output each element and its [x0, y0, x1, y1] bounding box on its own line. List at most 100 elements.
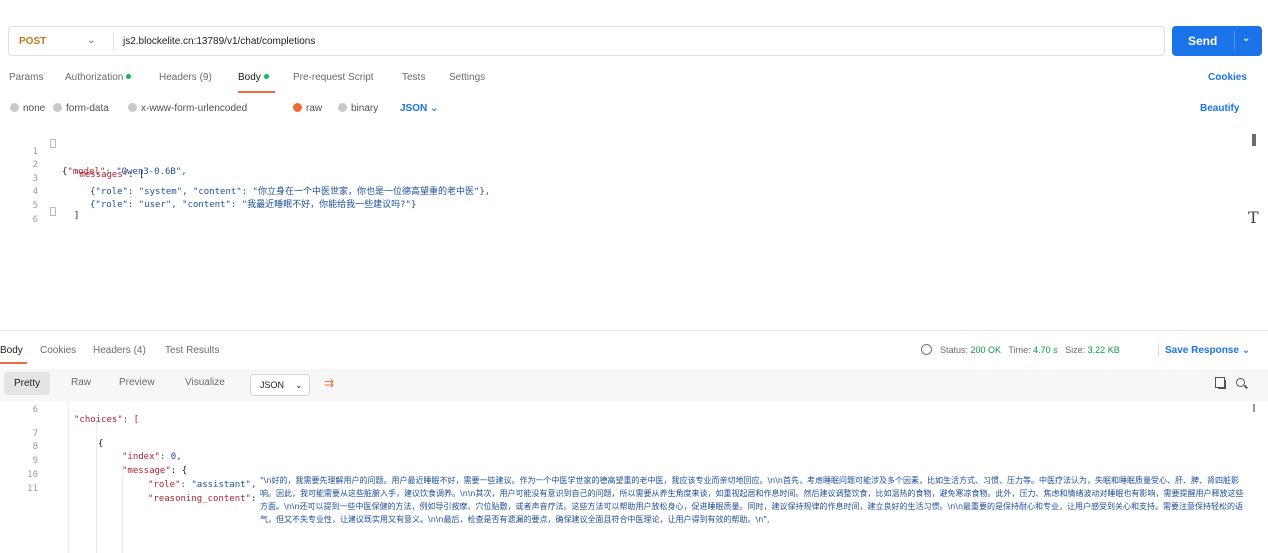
radio-label: x-www-form-urlencoded	[141, 103, 248, 114]
response-scrollbar[interactable]	[1253, 404, 1255, 412]
code-line: 9 "message": {	[0, 446, 1250, 476]
view-raw[interactable]: Raw	[71, 377, 91, 388]
line-number: 6	[32, 405, 38, 415]
response-format-label: JSON	[260, 380, 285, 390]
request-bar: POST ⌄ js2.blockelite.cn:13789/v1/chat/c…	[8, 26, 1262, 56]
code-line: 6	[0, 205, 1240, 225]
fold-marker[interactable]	[50, 207, 56, 216]
send-label: Send	[1188, 34, 1218, 48]
radio-raw[interactable]: raw	[293, 103, 322, 114]
radio-none[interactable]: none	[10, 103, 45, 114]
response-status: Status: 200 OK Time: 4.70 s Size: 3.22 K…	[940, 345, 1120, 355]
globe-icon[interactable]	[921, 344, 932, 355]
status-label: Status:	[940, 345, 969, 355]
tab-label: Tests	[402, 72, 426, 83]
body-format-label: JSON	[400, 103, 428, 114]
chevron-down-icon[interactable]: ⌄	[87, 35, 95, 46]
modified-dot	[263, 74, 269, 79]
tab-test-results[interactable]: Test Results	[165, 345, 219, 356]
save-response-label: Save Response	[1165, 345, 1239, 356]
radio-label: form-data	[66, 103, 109, 114]
active-tab-indicator	[0, 362, 27, 364]
tab-settings[interactable]: Settings	[449, 72, 485, 83]
beautify-link[interactable]: Beautify	[1200, 103, 1239, 114]
chevron-down-icon[interactable]: ⌄	[1242, 33, 1250, 44]
status-value: 200 OK	[970, 345, 1002, 355]
url-input-group: POST ⌄ js2.blockelite.cn:13789/v1/chat/c…	[8, 26, 1165, 56]
radio-circle	[53, 103, 62, 112]
line-number: 6	[32, 215, 38, 225]
wrap-lines-icon[interactable]: ⇉	[320, 376, 338, 394]
active-tab-indicator	[238, 91, 275, 93]
save-response-button[interactable]: Save Response ⌄	[1165, 345, 1250, 356]
request-body-editor[interactable]: 1 {"model": "Qwen3-0.6B", 2 "messages": …	[0, 130, 1268, 330]
tab-label: Settings	[449, 72, 486, 83]
radio-circle	[128, 103, 137, 112]
code-line: 3 {"role": "system", "content": "你立身在一个中…	[0, 164, 1240, 197]
code-line: 6 "choices": [	[0, 401, 1250, 425]
radio-label: raw	[306, 103, 323, 114]
modified-dot	[126, 74, 132, 79]
code-line: 5 ]	[0, 191, 1240, 221]
radio-circle	[293, 103, 302, 112]
fold-marker[interactable]	[50, 139, 56, 148]
view-visualize[interactable]: Visualize	[185, 377, 225, 388]
time-label: Time:	[1008, 345, 1031, 355]
json-key: "reasoning_content"	[148, 494, 251, 504]
tab-pre-request-script[interactable]: Pre-request Script	[293, 72, 374, 83]
size-label: Size:	[1065, 345, 1086, 355]
radio-x-www-form-urlencoded[interactable]: x-www-form-urlencoded	[128, 103, 247, 114]
editor-scrollbar[interactable]	[1252, 134, 1256, 146]
tab-label: Pre-request Script	[293, 72, 374, 83]
response-format-select[interactable]: JSON ⌄	[250, 374, 310, 396]
divider	[1158, 343, 1159, 357]
radio-label: binary	[351, 103, 379, 114]
response-toolbar: Pretty Raw Preview Visualize JSON ⌄ ⇉	[0, 369, 1268, 401]
url-input[interactable]: js2.blockelite.cn:13789/v1/chat/completi…	[123, 36, 315, 47]
size-value: 3.22 KB	[1087, 345, 1120, 355]
radio-form-data[interactable]: form-data	[53, 103, 109, 114]
tab-headers[interactable]: Headers (9)	[159, 72, 212, 83]
code-line: 10 "role": "assistant",	[0, 460, 1250, 490]
search-icon[interactable]	[1236, 378, 1245, 387]
tab-response-headers[interactable]: Headers (4)	[93, 345, 146, 356]
tab-body[interactable]: Body	[238, 72, 269, 83]
cookies-link[interactable]: Cookies	[1208, 72, 1247, 83]
line-number: 11	[27, 484, 38, 494]
copy-icon[interactable]	[1215, 377, 1226, 389]
response-body-viewer[interactable]: 6 "choices": [ 7 { 8 "index": 0, 9 "mess…	[0, 401, 1268, 553]
divider	[1234, 31, 1235, 51]
radio-binary[interactable]: binary	[338, 103, 378, 114]
code-line: 4 {"role": "user", "content": "我最近睡眠不好，你…	[0, 177, 1240, 210]
radio-label: none	[23, 103, 46, 114]
chevron-down-icon: ⌄	[1241, 345, 1251, 356]
text-cursor-icon: T	[1248, 208, 1259, 227]
code-line: 2 "messages": [	[0, 150, 1240, 180]
radio-circle	[10, 103, 19, 112]
tab-tests[interactable]: Tests	[402, 72, 425, 83]
body-format-select[interactable]: JSON ⌄	[400, 103, 438, 114]
tab-authorization[interactable]: Authorization	[65, 72, 132, 83]
json-value: :	[250, 494, 257, 504]
reasoning-content-value: "\n好的，我需要先理解用户的问题。用户最近睡眠不好，需要一些建议。作为一个中医…	[260, 476, 1244, 524]
view-pretty[interactable]: Pretty	[4, 372, 51, 395]
tab-response-body[interactable]: Body	[0, 345, 23, 356]
view-preview[interactable]: Preview	[119, 377, 155, 388]
chevron-down-icon: ⌄	[430, 103, 439, 114]
tab-params[interactable]: Params	[9, 72, 43, 83]
radio-circle	[338, 103, 347, 112]
code-line: 1 {"model": "Qwen3-0.6B",	[0, 137, 1240, 177]
tab-label: Authorization	[65, 72, 124, 83]
tab-label: Params	[9, 72, 44, 83]
tab-label: Headers (9)	[159, 72, 212, 83]
divider	[113, 33, 114, 51]
code-line: 7 {	[0, 419, 1250, 449]
send-button[interactable]: Send ⌄	[1172, 26, 1262, 56]
method-select[interactable]: POST	[19, 36, 46, 47]
chevron-down-icon: ⌄	[295, 380, 303, 390]
time-value: 4.70 s	[1033, 345, 1058, 355]
divider	[0, 330, 1268, 331]
tab-response-cookies[interactable]: Cookies	[40, 345, 76, 356]
tab-label: Body	[238, 72, 261, 83]
code-line: 8 "index": 0,	[0, 432, 1250, 462]
